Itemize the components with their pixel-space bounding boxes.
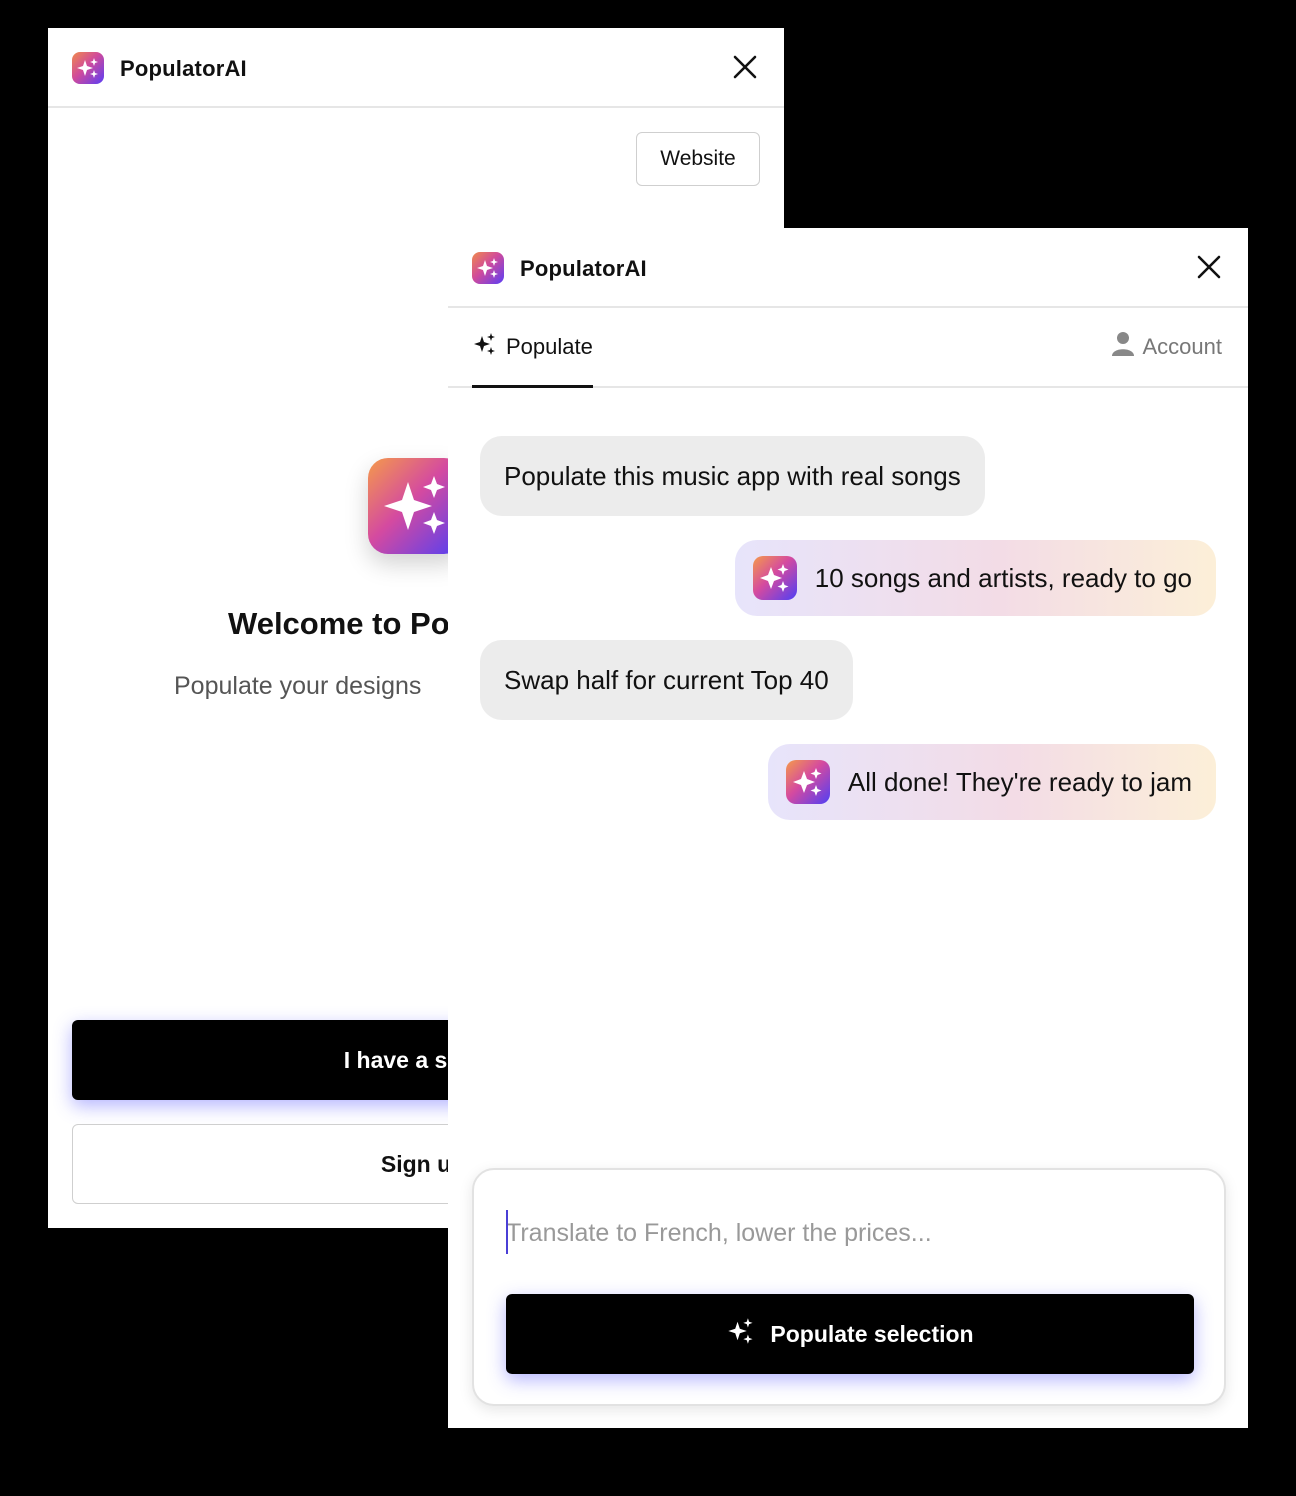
app-name: PopulatorAI [120, 56, 247, 81]
ai-message: 10 songs and artists, ready to go [734, 540, 1216, 616]
close-icon[interactable] [732, 54, 758, 80]
message-text: Swap half for current Top 40 [504, 664, 829, 695]
title-bar: PopulatorAI [448, 228, 1248, 308]
title-bar: PopulatorAI [48, 28, 784, 108]
close-icon[interactable] [1196, 254, 1222, 280]
message-text: All done! They're ready to jam [847, 766, 1192, 797]
tab-bar: Populate Account [448, 308, 1248, 388]
tab-populate-label: Populate [506, 334, 593, 359]
welcome-subtitle: Populate your designs [174, 672, 422, 700]
tab-populate[interactable]: Populate [472, 308, 593, 388]
text-caret [506, 1210, 508, 1254]
app-name: PopulatorAI [520, 256, 647, 281]
prompt-composer: Populate selection [472, 1168, 1226, 1406]
sparkles-icon [726, 1316, 756, 1352]
tab-account[interactable]: Account [1111, 308, 1223, 386]
user-message: Swap half for current Top 40 [480, 640, 853, 720]
welcome-title: Welcome to Po [228, 606, 450, 641]
user-message: Populate this music app with real songs [480, 436, 985, 516]
message-text: 10 songs and artists, ready to go [814, 562, 1192, 593]
ai-avatar-icon [785, 760, 830, 804]
user-icon [1111, 331, 1135, 363]
populate-selection-button[interactable]: Populate selection [506, 1294, 1194, 1374]
prompt-input[interactable] [504, 1210, 1168, 1256]
ai-avatar-icon [752, 556, 797, 600]
ai-message: All done! They're ready to jam [767, 744, 1216, 820]
app-logo-icon [72, 52, 104, 84]
sparkles-icon [472, 331, 498, 363]
tab-account-label: Account [1142, 334, 1223, 359]
app-logo-icon [472, 252, 504, 284]
active-tab-indicator [472, 385, 593, 388]
chat-window: PopulatorAI Populate Account Populate th… [448, 228, 1248, 1428]
populate-selection-label: Populate selection [770, 1320, 974, 1347]
website-button[interactable]: Website [636, 132, 760, 186]
message-text: Populate this music app with real songs [504, 460, 961, 491]
